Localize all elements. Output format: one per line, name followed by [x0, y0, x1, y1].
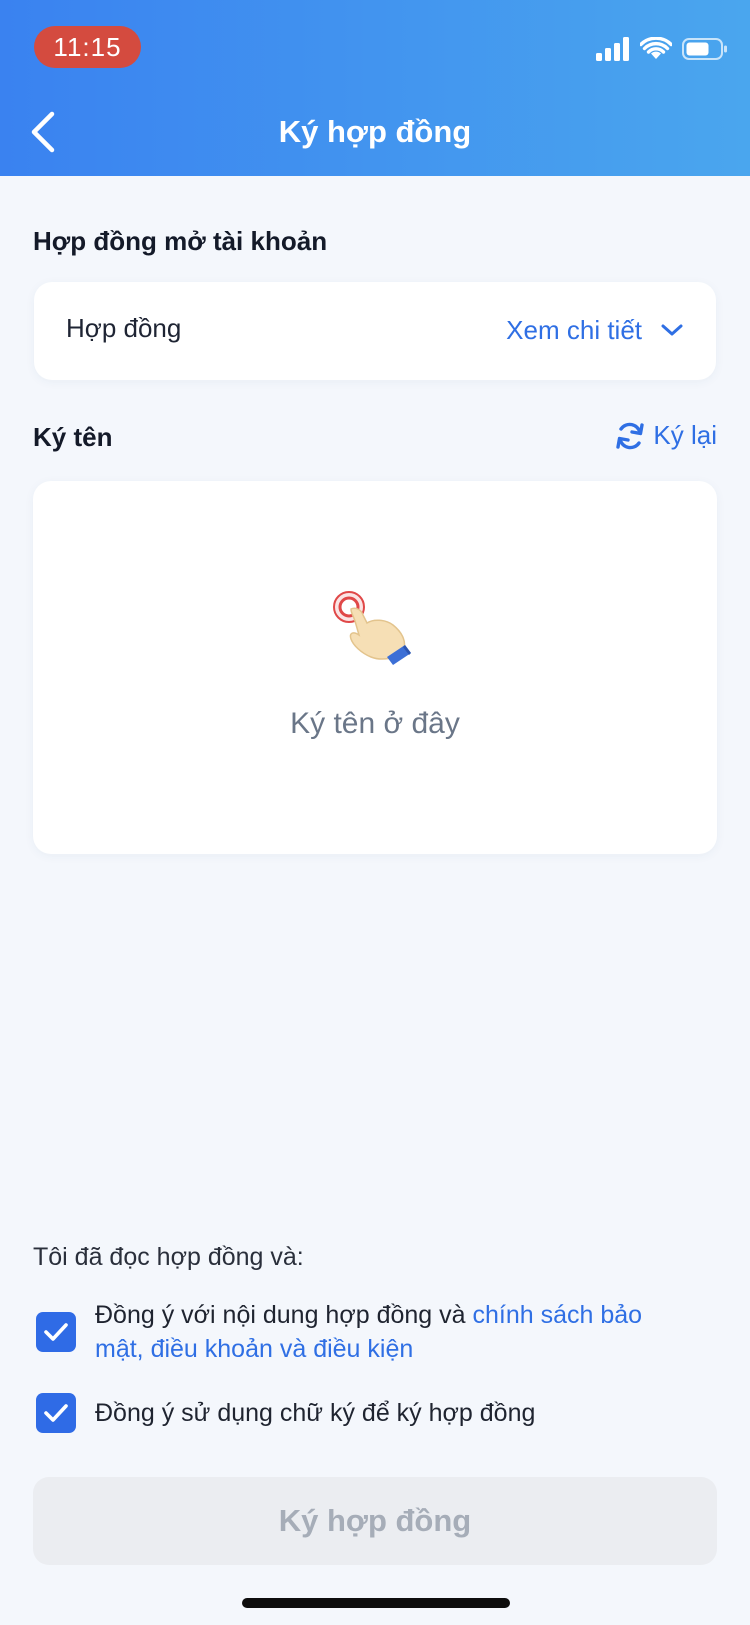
view-detail-button[interactable]: Xem chi tiết — [506, 308, 684, 352]
page-title: Ký hợp đồng — [278, 114, 472, 149]
sign-contract-button[interactable]: Ký hợp đồng — [33, 1477, 717, 1565]
tap-hand-icon — [333, 591, 411, 665]
chevron-down-icon — [661, 324, 683, 336]
contract-section-title: Hợp đồng mở tài khoản — [33, 226, 328, 256]
signature-section-title: Ký tên — [33, 422, 113, 452]
home-indicator — [242, 1598, 510, 1608]
agree-terms-label: Đồng ý với nội dung hợp đồng và — [95, 1301, 473, 1329]
view-detail-label: Xem chi tiết — [506, 314, 642, 345]
battery-icon — [682, 37, 728, 66]
status-time: 11:15 — [34, 26, 141, 68]
agreement-intro: Tôi đã đọc hợp đồng và: — [33, 1243, 304, 1271]
contract-card: Hợp đồng Xem chi tiết — [34, 282, 716, 380]
agree-signature-checkbox[interactable] — [36, 1393, 76, 1433]
agree-terms-text: Đồng ý với nội dung hợp đồng và chính sá… — [95, 1298, 695, 1366]
resign-label: Ký lại — [653, 420, 717, 450]
check-icon — [44, 1323, 68, 1341]
contract-label: Hợp đồng — [66, 313, 182, 343]
refresh-icon — [616, 422, 645, 449]
signature-pad[interactable]: Ký tên ở đây — [33, 481, 717, 854]
agree-terms-checkbox[interactable] — [36, 1312, 76, 1352]
signature-placeholder: Ký tên ở đây — [290, 707, 460, 740]
app-header: 11:15 Ký hợp đồng — [0, 0, 750, 176]
status-icons — [596, 36, 728, 66]
signal-icon — [596, 36, 630, 66]
resign-button[interactable]: Ký lại — [615, 420, 717, 451]
wifi-icon — [639, 36, 673, 66]
check-icon — [44, 1404, 68, 1422]
agree-signature-text: Đồng ý sử dụng chữ ký để ký hợp đồng — [95, 1399, 536, 1427]
